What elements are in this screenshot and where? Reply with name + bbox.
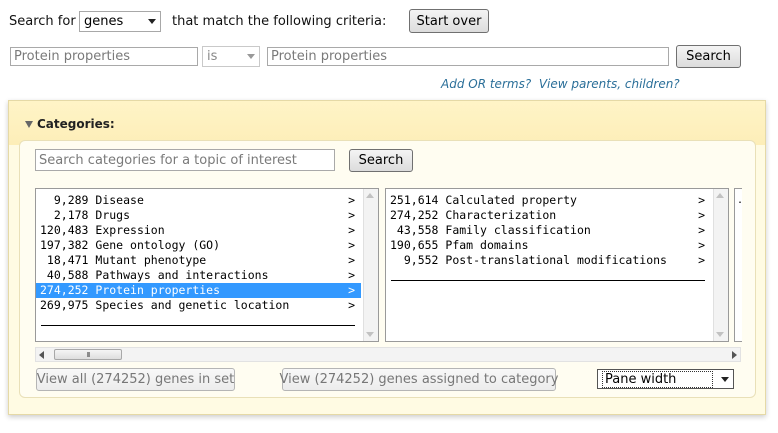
expand-arrow-icon: >: [348, 223, 355, 237]
list-item[interactable]: 269,975 Species and genetic location >: [36, 298, 361, 313]
category-label: Gene ontology (GO): [95, 238, 221, 252]
categories-title: Categories:: [37, 117, 115, 131]
category-label: Pathways and interactions: [95, 268, 269, 282]
category-label: Family classification: [445, 223, 591, 237]
expand-arrow-icon: >: [698, 223, 705, 237]
add-or-terms-link[interactable]: Add OR terms?: [441, 77, 531, 91]
category-pane-right[interactable]: 251,614 Calculated property >274,252 Char…: [385, 188, 729, 342]
criteria-search-button[interactable]: Search: [676, 45, 741, 68]
entity-type-value: genes: [84, 14, 124, 29]
entity-type-select[interactable]: genes: [79, 11, 161, 32]
category-pane-left[interactable]: 9,289 Disease > 2,178 Drugs >120,483 Expre…: [35, 188, 379, 342]
category-count: 9,552: [390, 253, 439, 267]
left-vertical-scrollbar[interactable]: [363, 189, 378, 341]
list-item[interactable]: 120,483 Expression >: [36, 223, 361, 238]
list-item[interactable]: 251,614 Calculated property >: [386, 193, 711, 208]
category-search-button[interactable]: Search: [349, 149, 413, 172]
start-over-button[interactable]: Start over: [409, 9, 489, 33]
criteria-term-input[interactable]: Protein properties: [267, 47, 669, 66]
category-label: Expression: [95, 223, 165, 237]
category-label: Calculated property: [445, 193, 577, 207]
expand-arrow-icon: >: [348, 268, 355, 282]
list-item[interactable]: 9,289 Disease >: [36, 193, 361, 208]
view-assigned-genes-button[interactable]: View (274252) genes assigned to category: [280, 368, 558, 391]
category-label: Protein properties: [95, 283, 221, 297]
list-end-rule: [391, 280, 705, 281]
category-count: 120,483: [40, 223, 89, 237]
expand-arrow-icon: >: [698, 208, 705, 222]
category-label: Post-translational modifications: [445, 253, 667, 267]
category-pane-third[interactable]: .: [734, 188, 742, 342]
category-label: Disease: [95, 193, 144, 207]
list-item[interactable]: 274,252 Characterization >: [386, 208, 711, 223]
scroll-right-icon[interactable]: [732, 351, 737, 359]
scroll-up-icon[interactable]: [366, 193, 374, 198]
criteria-field-input[interactable]: Protein properties: [10, 47, 198, 66]
list-item[interactable]: 190,655 Pfam domains >: [386, 238, 711, 253]
scroll-up-icon[interactable]: [716, 193, 724, 198]
chevron-down-icon: [247, 54, 255, 59]
pane-width-value: Pane width: [602, 370, 713, 388]
expand-arrow-icon: >: [348, 208, 355, 222]
operator-select[interactable]: is: [202, 46, 260, 67]
chevron-down-icon: [148, 19, 156, 24]
category-count: 274,252: [40, 283, 89, 297]
categories-header[interactable]: Categories:: [9, 101, 765, 145]
category-label: Species and genetic location: [95, 298, 290, 312]
criteria-label: that match the following criteria:: [172, 14, 387, 29]
expand-arrow-icon: >: [348, 283, 355, 297]
category-label: Pfam domains: [445, 238, 529, 252]
view-all-genes-button[interactable]: View all (274252) genes in set: [36, 368, 235, 391]
category-count: 2,178: [40, 208, 89, 222]
term-links: Add OR terms? View parents, children?: [441, 77, 680, 91]
category-search-input[interactable]: Search categories for a topic of interes…: [35, 149, 335, 171]
category-count: 18,471: [40, 253, 89, 267]
expand-arrow-icon: >: [348, 238, 355, 252]
category-label: Drugs: [95, 208, 131, 222]
list-item[interactable]: 40,588 Pathways and interactions >: [36, 268, 361, 283]
expand-arrow-icon: >: [698, 193, 705, 207]
third-pane-hint: .: [737, 195, 742, 206]
view-parents-link[interactable]: View parents: [539, 77, 617, 91]
chevron-down-icon: [721, 376, 729, 382]
pane-width-select[interactable]: Pane width: [597, 369, 734, 389]
scroll-grip-icon: III: [86, 350, 90, 359]
category-label: Mutant phenotype: [95, 253, 207, 267]
operator-value: is: [207, 49, 218, 64]
expand-arrow-icon: >: [698, 238, 705, 252]
category-count: 43,558: [390, 223, 439, 237]
scroll-down-icon[interactable]: [366, 332, 374, 337]
expand-arrow-icon: >: [348, 298, 355, 312]
category-count: 9,289: [40, 193, 89, 207]
category-count: 269,975: [40, 298, 89, 312]
expand-arrow-icon: >: [348, 253, 355, 267]
panes-horizontal-scrollbar[interactable]: III: [35, 347, 741, 362]
list-item[interactable]: 2,178 Drugs >: [36, 208, 361, 223]
links-separator: ,: [617, 77, 622, 91]
expand-arrow-icon: >: [698, 253, 705, 267]
right-vertical-scrollbar[interactable]: [713, 189, 728, 341]
list-end-rule: [41, 325, 355, 326]
scroll-left-icon[interactable]: [39, 351, 44, 359]
category-count: 197,382: [40, 238, 89, 252]
category-count: 190,655: [390, 238, 439, 252]
view-children-link[interactable]: children?: [625, 77, 680, 91]
list-item[interactable]: 274,252 Protein properties >: [36, 283, 361, 298]
category-count: 251,614: [390, 193, 439, 207]
scroll-thumb[interactable]: III: [54, 349, 122, 360]
expand-arrow-icon: >: [348, 193, 355, 207]
list-item[interactable]: 197,382 Gene ontology (GO) >: [36, 238, 361, 253]
list-item[interactable]: 18,471 Mutant phenotype >: [36, 253, 361, 268]
list-item[interactable]: 43,558 Family classification >: [386, 223, 711, 238]
category-label: Characterization: [445, 208, 557, 222]
collapse-triangle-icon[interactable]: [25, 120, 33, 128]
search-for-label: Search for: [9, 14, 76, 29]
category-count: 40,588: [40, 268, 89, 282]
scroll-down-icon[interactable]: [716, 332, 724, 337]
category-count: 274,252: [390, 208, 439, 222]
list-item[interactable]: 9,552 Post-translational modifications >: [386, 253, 711, 268]
